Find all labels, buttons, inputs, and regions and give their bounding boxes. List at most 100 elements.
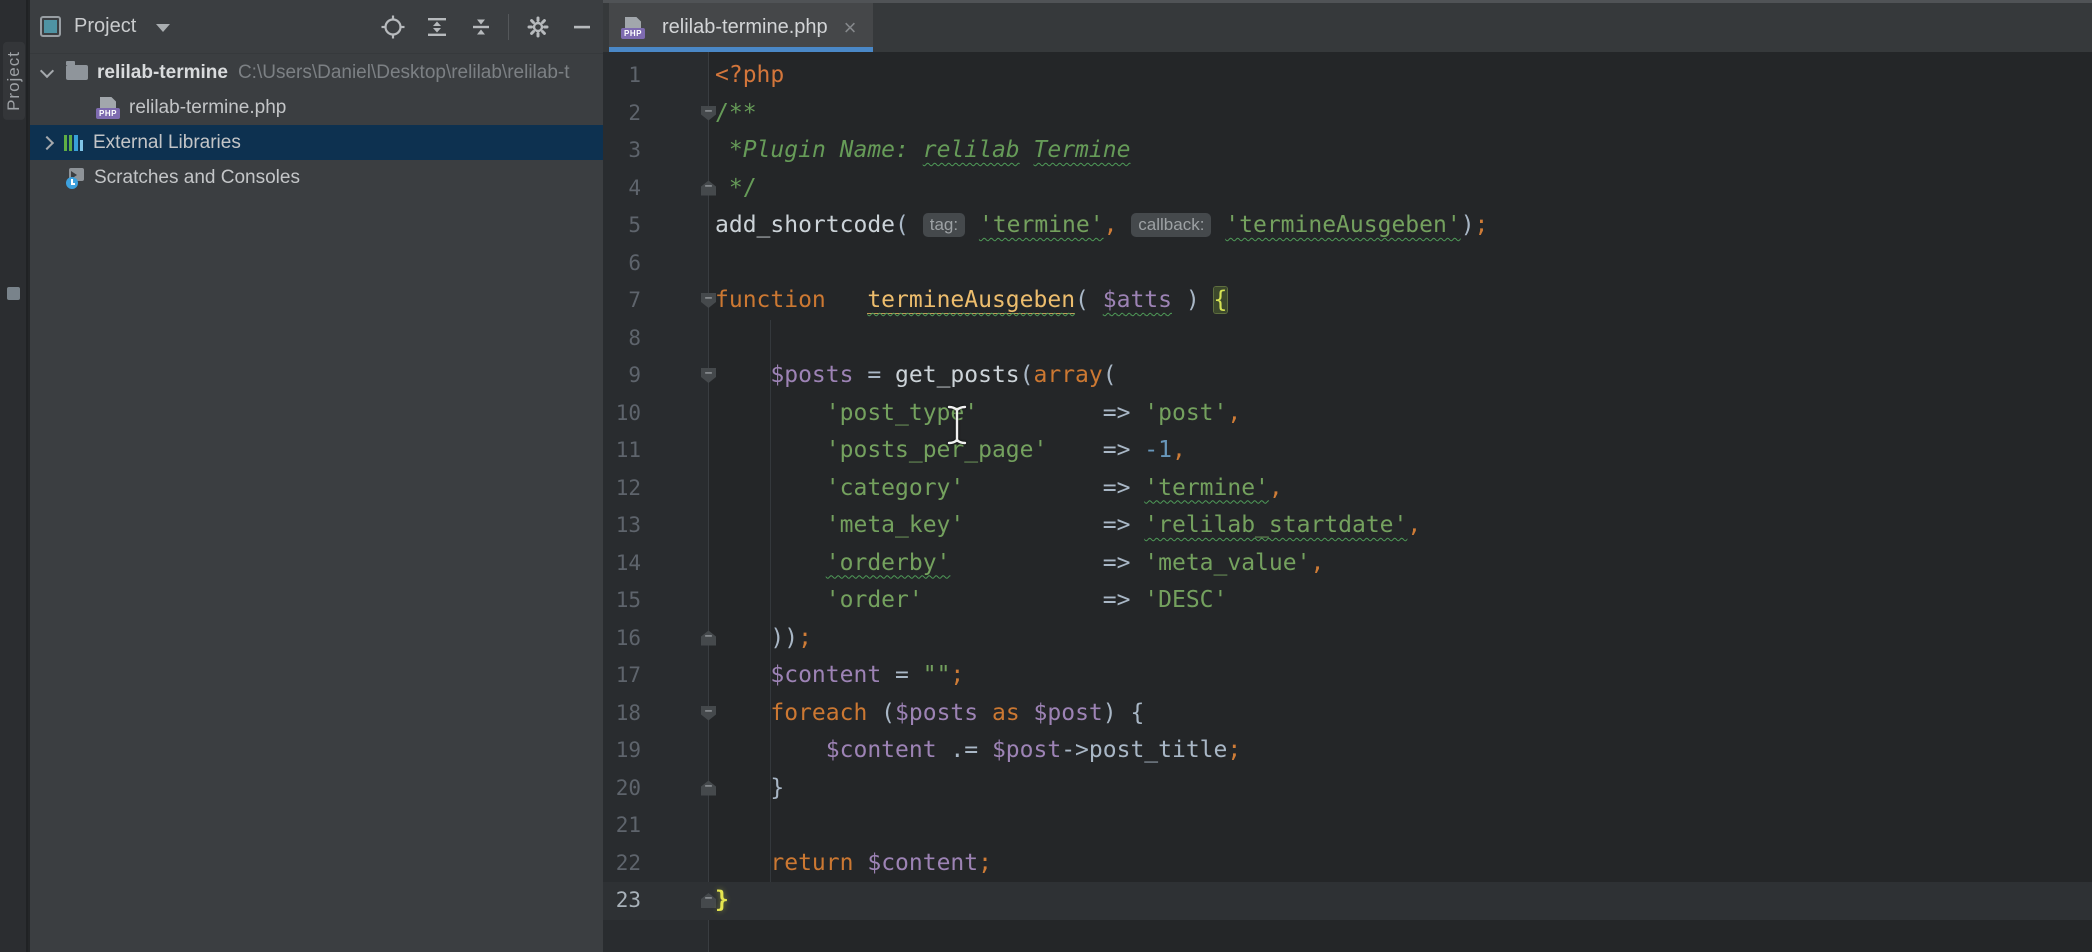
fold-marker-icon[interactable]: −: [701, 293, 716, 308]
line-number: 10: [603, 395, 641, 433]
code-lines: 1<?php2−/**3 *Plugin Name: relilab Termi…: [603, 57, 2092, 920]
fold-marker-icon[interactable]: −: [701, 781, 716, 796]
code-text: }: [715, 770, 784, 808]
close-tab-icon[interactable]: ×: [844, 17, 857, 39]
code-text: 'orderby' => 'meta_value',: [715, 545, 1324, 583]
code-line-7: 7 −function termineAusgeben( $atts ) {: [603, 282, 2092, 320]
code-line-1: 1 <?php: [603, 57, 2092, 95]
external-libraries-icon: [64, 134, 83, 151]
locate-file-icon[interactable]: [381, 15, 405, 39]
line-number: 11: [603, 432, 641, 470]
line-number: 7: [603, 282, 641, 320]
folder-icon: [66, 65, 88, 80]
line-number: 18: [603, 695, 641, 733]
line-number: 5: [603, 207, 641, 245]
line-number: 19: [603, 732, 641, 770]
tree-item-label: relilab-termine.php: [129, 97, 286, 119]
scratches-icon: [62, 168, 88, 188]
chevron-right-icon[interactable]: [40, 135, 54, 149]
code-line-13: 13 'meta_key' => 'relilab_startdate',: [603, 507, 2092, 545]
line-number: 16: [603, 620, 641, 658]
code-line-2: 2−/**: [603, 95, 2092, 133]
line-number: 17: [603, 657, 641, 695]
code-text: 'order' => 'DESC': [715, 582, 1227, 620]
tree-item-label: relilab-termine: [97, 62, 228, 84]
code-text: function termineAusgeben( $atts ) {: [715, 282, 1227, 320]
tree-item-relilab-termine-php[interactable]: PHP relilab-termine.php: [30, 90, 603, 125]
chevron-down-icon[interactable]: [40, 63, 54, 77]
tree-item-path: C:\Users\Daniel\Desktop\relilab\relilab-…: [238, 62, 570, 84]
tree-item-scratches-and-consoles[interactable]: Scratches and Consoles: [30, 160, 603, 195]
editor-tab-bar: PHP relilab-termine.php ×: [603, 0, 2092, 52]
line-number: 14: [603, 545, 641, 583]
code-line-22: 22 return $content;: [603, 845, 2092, 883]
code-line-6: 6: [603, 245, 2092, 283]
fold-marker-icon[interactable]: −: [701, 181, 716, 196]
code-text: 'meta_key' => 'relilab_startdate',: [715, 507, 1421, 545]
code-line-21: 21: [603, 807, 2092, 845]
line-number: 6: [603, 245, 641, 283]
code-text: return $content;: [715, 845, 992, 883]
fold-marker-icon[interactable]: −: [701, 893, 716, 908]
line-number: 21: [603, 807, 641, 845]
code-text: $posts = get_posts(array(: [715, 357, 1117, 395]
line-number: 8: [603, 320, 641, 358]
code-editor[interactable]: 1<?php2−/**3 *Plugin Name: relilab Termi…: [603, 52, 2092, 952]
code-text: $content = "";: [715, 657, 964, 695]
code-line-19: 19 $content .= $post->post_title;: [603, 732, 2092, 770]
fold-marker-icon[interactable]: −: [701, 706, 716, 721]
code-line-15: 15 'order' => 'DESC': [603, 582, 2092, 620]
fold-marker-icon[interactable]: −: [701, 368, 716, 383]
line-number: 4: [603, 170, 641, 208]
tool-window-button-project[interactable]: Project: [3, 42, 25, 120]
line-number: 1: [603, 57, 641, 95]
tab-title: relilab-termine.php: [662, 16, 828, 39]
line-number: 2: [603, 95, 641, 133]
project-view-icon: [40, 16, 61, 37]
tool-window-square-icon[interactable]: [7, 287, 20, 300]
code-text: <?php: [715, 57, 784, 95]
code-line-23: 23 −}: [603, 882, 2092, 920]
code-line-16: 16 − ));: [603, 620, 2092, 658]
tree-item-external-libraries[interactable]: External Libraries: [30, 125, 603, 160]
code-line-17: 17 $content = "";: [603, 657, 2092, 695]
code-text: foreach ($posts as $post) {: [715, 695, 1144, 733]
expand-all-icon[interactable]: [425, 15, 449, 39]
code-line-20: 20 − }: [603, 770, 2092, 808]
editor-tab-relilab-termine[interactable]: PHP relilab-termine.php ×: [609, 3, 873, 52]
line-number: 13: [603, 507, 641, 545]
php-file-icon: PHP: [621, 17, 646, 39]
line-number: 20: [603, 770, 641, 808]
code-line-8: 8: [603, 320, 2092, 358]
line-number: 12: [603, 470, 641, 508]
code-text: $content .= $post->post_title;: [715, 732, 1241, 770]
line-number: 15: [603, 582, 641, 620]
php-file-icon: PHP: [96, 97, 121, 119]
gear-icon[interactable]: [526, 15, 550, 39]
code-text: */: [715, 170, 757, 208]
tree-item-label: External Libraries: [93, 132, 241, 154]
left-tool-window-bar: Project: [0, 0, 28, 952]
ide-window: Project Project: [0, 0, 2092, 952]
project-panel-header: Project: [30, 0, 603, 54]
hide-panel-icon[interactable]: [570, 15, 594, 39]
code-text: add_shortcode( tag: 'termine', callback:…: [715, 207, 1488, 245]
line-number: 23: [603, 882, 641, 920]
project-tree: relilab-termine C:\Users\Daniel\Desktop\r…: [30, 55, 603, 195]
fold-marker-icon[interactable]: −: [701, 106, 716, 121]
toolbar-divider: [508, 14, 509, 40]
code-line-10: 10 'post_type' => 'post',: [603, 395, 2092, 433]
code-line-14: 14 'orderby' => 'meta_value',: [603, 545, 2092, 583]
chevron-down-icon[interactable]: [156, 24, 170, 39]
code-text: 'post_type' => 'post',: [715, 395, 1241, 433]
fold-marker-icon[interactable]: −: [701, 631, 716, 646]
code-text: }: [715, 882, 729, 920]
code-text: ));: [715, 620, 812, 658]
text-cursor-pointer: [945, 404, 969, 446]
collapse-all-icon[interactable]: [469, 15, 493, 39]
code-line-9: 9 − $posts = get_posts(array(: [603, 357, 2092, 395]
project-view-title[interactable]: Project: [74, 15, 136, 38]
code-text: *Plugin Name: relilab Termine: [715, 132, 1130, 170]
line-number: 9: [603, 357, 641, 395]
tree-item-relilab-termine[interactable]: relilab-termine C:\Users\Daniel\Desktop\r…: [30, 55, 603, 90]
